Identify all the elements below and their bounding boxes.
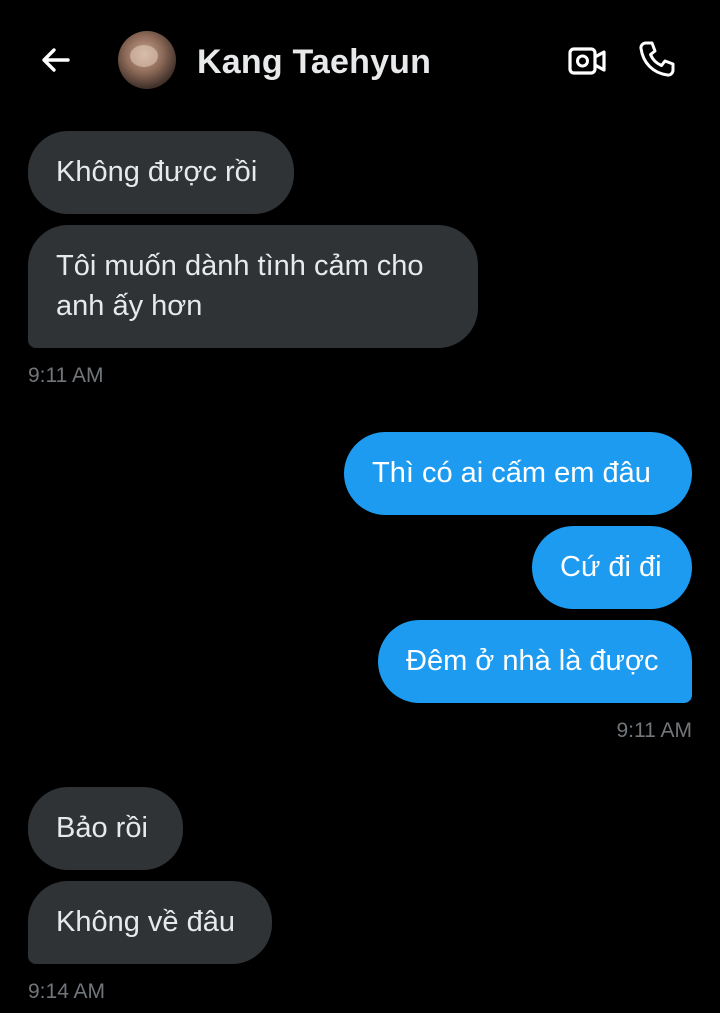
message-bubble-incoming[interactable]: Bảo rồi	[28, 787, 183, 870]
message-bubble-incoming[interactable]: Không được rồi	[28, 131, 294, 214]
message-timestamp: 9:14 AM	[28, 980, 106, 1003]
message-text-line: Tôi muốn dành tình cảm cho	[56, 250, 424, 282]
message-text: Thì có ai cấm em đâu	[372, 457, 651, 489]
message-bubble-outgoing[interactable]: Cứ đi đi	[532, 526, 692, 609]
conversation-header: Kang Taehyun	[0, 0, 720, 120]
message-timestamp: 9:11 AM	[28, 364, 104, 387]
message-bubble-outgoing[interactable]: Thì có ai cấm em đâu	[344, 432, 692, 515]
message-bubble-incoming[interactable]: Tôi muốn dành tình cảm cho anh ấy hơn	[28, 225, 478, 348]
message-bubble-incoming[interactable]: Không về đâu	[28, 881, 272, 964]
phone-call-button[interactable]	[634, 36, 680, 82]
arrow-left-icon	[42, 48, 70, 72]
back-button[interactable]	[36, 40, 76, 80]
message-text: Bảo rồi	[56, 812, 148, 844]
message-text: Cứ đi đi	[560, 551, 662, 583]
message-text: Đêm ở nhà là được	[406, 645, 659, 677]
message-timestamp: 9:11 AM	[616, 719, 693, 742]
message-text: Không về đâu	[56, 906, 235, 938]
message-bubble-outgoing[interactable]: Đêm ở nhà là được	[378, 620, 692, 703]
avatar[interactable]	[118, 31, 176, 89]
video-call-button[interactable]	[564, 38, 610, 84]
message-text-line: anh ấy hơn	[56, 290, 203, 322]
phone-icon	[639, 41, 675, 77]
conversation-title[interactable]: Kang Taehyun	[197, 43, 431, 82]
message-text: Không được rồi	[56, 156, 258, 188]
video-call-icon	[568, 47, 606, 75]
